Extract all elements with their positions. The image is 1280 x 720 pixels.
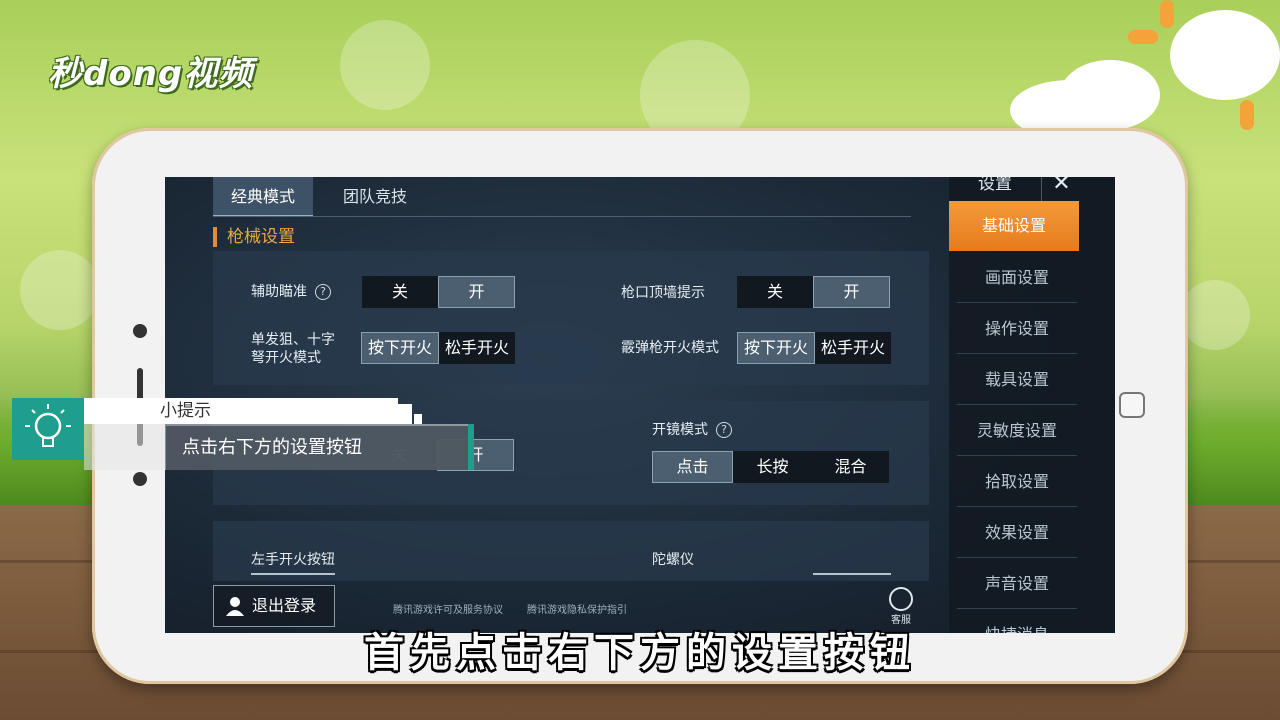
muzzle-hint-toggle: 关 开 bbox=[737, 276, 890, 308]
close-icon[interactable]: ✕ bbox=[1041, 177, 1081, 201]
sensor-dot bbox=[133, 472, 147, 486]
sidebar-title: 设置 bbox=[978, 177, 1012, 194]
video-subtitle: 首先点击右下方的设置按钮 bbox=[364, 630, 916, 676]
sidebar-item-vehicle[interactable]: 载具设置 bbox=[957, 355, 1077, 405]
sun-ray bbox=[1160, 0, 1174, 28]
tab-divider bbox=[213, 216, 911, 217]
aim-assist-label: 辅助瞄准? bbox=[251, 283, 331, 301]
left-fire-label: 左手开火按钮 bbox=[251, 552, 335, 568]
sniper-fire-label-line1: 单发狙、十字 bbox=[251, 332, 335, 348]
shotgun-fire-press[interactable]: 按下开火 bbox=[737, 332, 815, 364]
muzzle-hint-off[interactable]: 关 bbox=[737, 276, 813, 308]
sidebar-item-controls[interactable]: 操作设置 bbox=[957, 304, 1077, 354]
shotgun-fire-release[interactable]: 松手开火 bbox=[815, 332, 891, 364]
scope-mode-hold[interactable]: 长按 bbox=[733, 451, 812, 483]
license-link[interactable]: 腾讯游戏许可及服务协议 bbox=[393, 601, 503, 616]
tab-team-deathmatch[interactable]: 团队竞技 bbox=[325, 177, 425, 217]
sidebar-item-basic[interactable]: 基础设置 bbox=[949, 201, 1079, 251]
tip-decoration bbox=[398, 404, 412, 424]
scope-mode-label: 开镜模式? bbox=[652, 421, 732, 439]
brand-logo: 秒dong视频 bbox=[48, 54, 254, 94]
scope-mode-toggle: 点击 长按 混合 bbox=[652, 451, 889, 483]
gyro-control[interactable] bbox=[813, 573, 891, 575]
sidebar-item-pickup[interactable]: 拾取设置 bbox=[957, 457, 1077, 507]
help-icon[interactable]: ? bbox=[315, 284, 331, 300]
cloud bbox=[1060, 60, 1160, 130]
sun-ray bbox=[1128, 30, 1158, 44]
scope-mode-mixed[interactable]: 混合 bbox=[812, 451, 889, 483]
scope-mode-text: 开镜模式 bbox=[652, 422, 708, 438]
cloud bbox=[1170, 10, 1280, 100]
sidebar-item-graphics[interactable]: 画面设置 bbox=[957, 253, 1077, 303]
home-button[interactable] bbox=[1119, 392, 1145, 418]
tip-heading: 小提示 bbox=[84, 398, 398, 424]
user-icon bbox=[226, 597, 244, 616]
sidebar-item-effects[interactable]: 效果设置 bbox=[957, 508, 1077, 558]
sniper-fire-toggle: 按下开火 松手开火 bbox=[361, 332, 515, 364]
tab-classic-mode[interactable]: 经典模式 bbox=[213, 177, 313, 217]
shotgun-fire-label: 霰弹枪开火模式 bbox=[621, 340, 719, 356]
left-fire-control[interactable] bbox=[251, 573, 335, 575]
sniper-fire-release[interactable]: 松手开火 bbox=[439, 332, 515, 364]
settings-sidebar: 设置 ✕ 基础设置 画面设置 操作设置 载具设置 灵敏度设置 拾取设置 效果设置… bbox=[949, 177, 1115, 633]
sidebar-item-sensitivity[interactable]: 灵敏度设置 bbox=[957, 406, 1077, 456]
lightbulb-icon bbox=[25, 404, 71, 447]
aim-assist-text: 辅助瞄准 bbox=[251, 284, 307, 300]
logout-label: 退出登录 bbox=[252, 596, 317, 615]
aim-assist-off[interactable]: 关 bbox=[362, 276, 438, 308]
tip-panel bbox=[12, 398, 84, 460]
section-title: 枪械设置 bbox=[213, 227, 295, 247]
sidebar-item-sound[interactable]: 声音设置 bbox=[957, 559, 1077, 609]
muzzle-hint-label: 枪口顶墙提示 bbox=[621, 285, 705, 301]
sun-ray bbox=[1240, 100, 1254, 130]
tip-decoration bbox=[414, 414, 422, 424]
headset-icon bbox=[889, 587, 913, 611]
bokeh-light bbox=[20, 250, 100, 330]
sniper-fire-label-line2: 弩开火模式 bbox=[251, 350, 321, 366]
help-icon[interactable]: ? bbox=[716, 422, 732, 438]
tip-text: 点击右下方的设置按钮 bbox=[166, 426, 468, 470]
sniper-fire-press[interactable]: 按下开火 bbox=[361, 332, 439, 364]
bokeh-light bbox=[1180, 280, 1250, 350]
shotgun-fire-toggle: 按下开火 松手开火 bbox=[737, 332, 891, 364]
bokeh-light bbox=[340, 20, 430, 110]
aim-assist-toggle: 关 开 bbox=[362, 276, 515, 308]
muzzle-hint-on[interactable]: 开 bbox=[813, 276, 890, 308]
aim-assist-on[interactable]: 开 bbox=[438, 276, 515, 308]
scope-mode-tap[interactable]: 点击 bbox=[652, 451, 733, 483]
camera-dot bbox=[133, 324, 147, 338]
privacy-link[interactable]: 腾讯游戏隐私保护指引 bbox=[527, 601, 627, 616]
gyro-label: 陀螺仪 bbox=[652, 552, 694, 568]
sniper-fire-label: 单发狙、十字 弩开火模式 bbox=[251, 331, 335, 367]
tip-accent-bar bbox=[468, 424, 474, 470]
